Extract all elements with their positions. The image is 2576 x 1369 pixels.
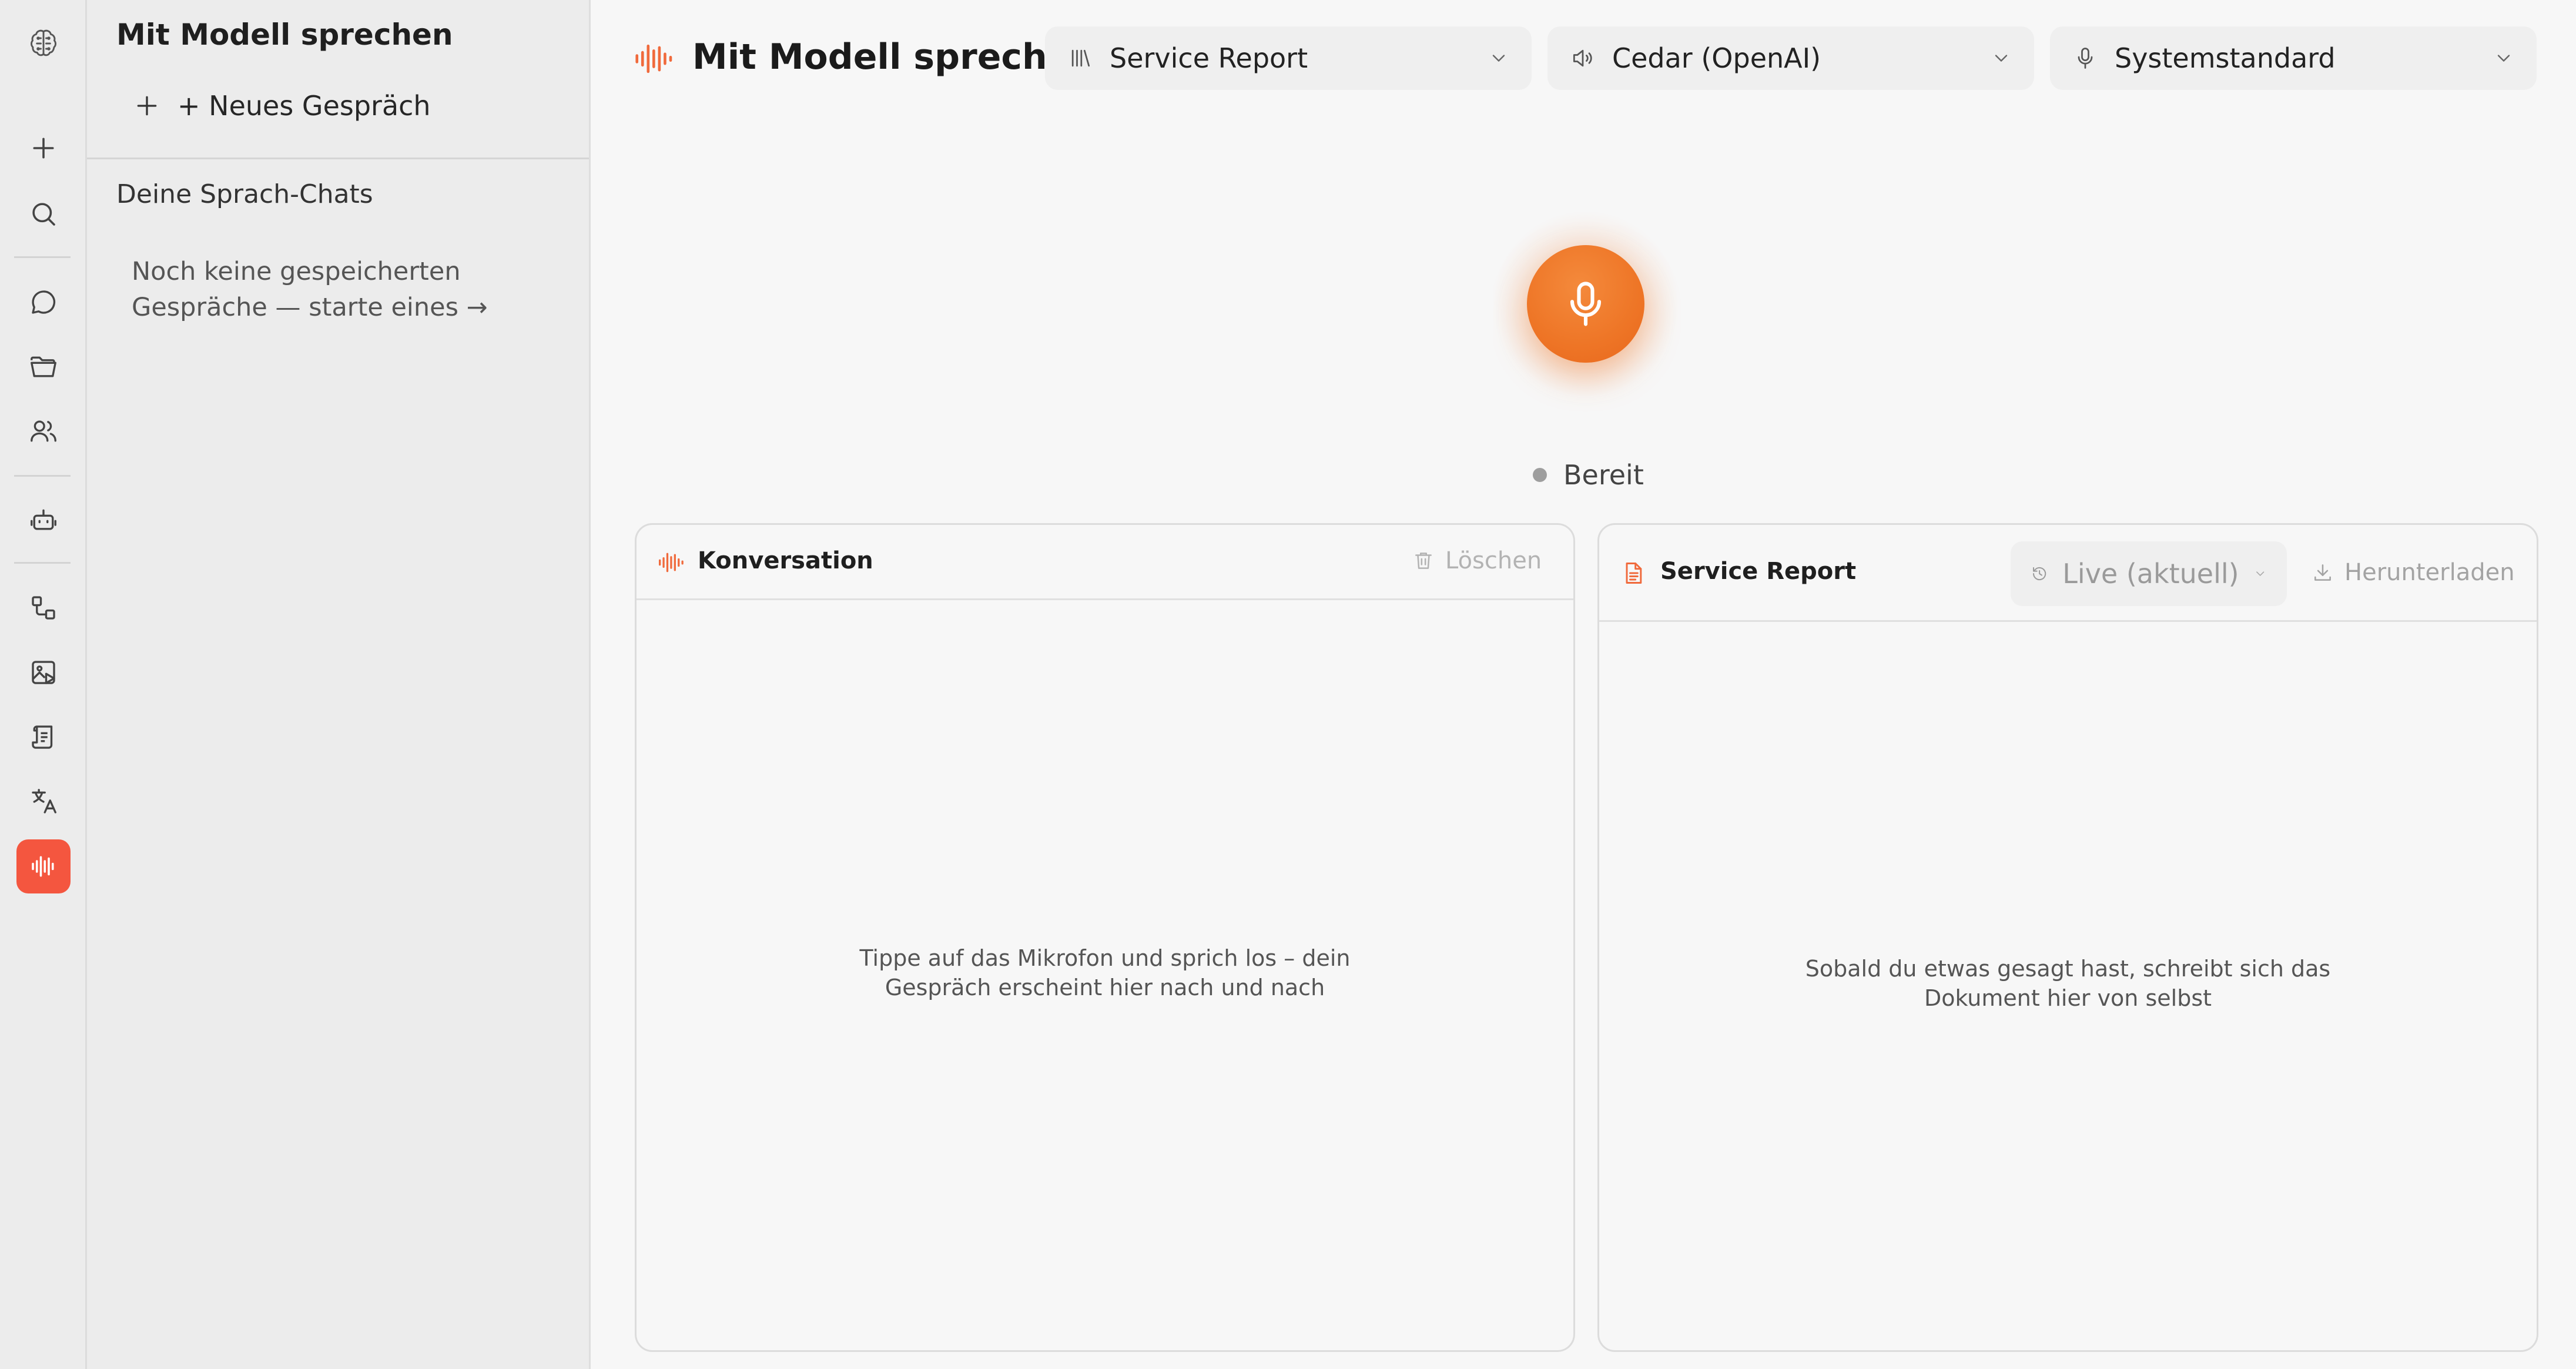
new-chat-rail-button[interactable]: [16, 121, 71, 175]
report-version-value: Live (aktuell): [2062, 558, 2239, 590]
history-icon: [2033, 567, 2046, 581]
file-icon: [1626, 563, 1642, 584]
microphone-select[interactable]: Systemstandard: [2050, 26, 2537, 90]
chevron-down-icon: [2256, 571, 2264, 576]
microphone-icon: [2078, 48, 2093, 69]
users-icon: [31, 420, 56, 442]
conversation-empty-line: Gespräch erscheint hier nach und nach: [885, 975, 1325, 1000]
workflow-icon: [32, 596, 55, 620]
rail-divider: [14, 256, 71, 258]
microphone-icon: [1570, 282, 1602, 326]
conversation-empty-line: Tippe auf das Mikrofon und sprich los – …: [859, 945, 1351, 971]
sidebar-empty-line: Noch keine gespeicherten: [132, 257, 461, 286]
bot-icon: [31, 509, 56, 530]
search-icon: [32, 203, 55, 226]
download-label: Herunterladen: [2344, 559, 2515, 586]
sidebar-title: Mit Modell sprechen: [116, 18, 453, 52]
voice-rail-button[interactable]: [16, 839, 71, 893]
icon-rail: [0, 0, 87, 1369]
document-icon: [32, 725, 53, 749]
logo-icon[interactable]: [16, 16, 71, 71]
app-window: Mit Modell sprechen + Neues Gespräch Dei…: [0, 0, 2576, 1369]
download-icon: [2314, 564, 2331, 581]
trash-icon: [1415, 553, 1432, 569]
status-text: Bereit: [1563, 459, 1644, 491]
chat-icon: [32, 290, 56, 314]
rail-divider: [14, 475, 71, 477]
chats-rail-button[interactable]: [16, 275, 71, 329]
conversation-empty-state: Tippe auf das Mikrofon und sprich los – …: [637, 943, 1573, 1002]
speaker-icon: [1573, 49, 1592, 67]
folder-icon: [31, 356, 56, 377]
clear-conversation-button[interactable]: Löschen: [1412, 547, 1542, 574]
rail-divider: [14, 562, 71, 564]
sidebar-empty-line: Gespräche — starte eines →: [132, 293, 488, 322]
report-empty-state: Sobald du etwas gesagt hast, schreibt si…: [1599, 954, 2537, 1013]
report-title: Service Report: [1660, 558, 1857, 585]
sidebar-divider: [87, 158, 589, 159]
download-report-button[interactable]: Herunterladen: [2312, 559, 2515, 586]
report-empty-line: Dokument hier von selbst: [1924, 985, 2212, 1011]
conversation-panel-header: Konversation Löschen: [637, 525, 1573, 600]
conversation-panel: Konversation Löschen Tippe auf das Mikro…: [635, 523, 1575, 1352]
conversation-title: Konversation: [698, 547, 873, 574]
report-panel-header: Service Report Live (aktuell) Herunterla…: [1599, 525, 2537, 622]
voice-select-value: Cedar (OpenAI): [1612, 42, 1821, 74]
chevron-down-icon: [1492, 55, 1505, 62]
media-rail-button[interactable]: [16, 645, 71, 699]
translate-icon: [32, 789, 56, 814]
voice-select[interactable]: Cedar (OpenAI): [1547, 26, 2034, 90]
plus-icon: [137, 96, 157, 116]
plus-icon: [33, 138, 54, 159]
clear-label: Löschen: [1445, 547, 1542, 574]
report-empty-line: Sobald du etwas gesagt hast, schreibt si…: [1805, 956, 2331, 982]
new-conversation-button[interactable]: + Neues Gespräch: [134, 85, 431, 126]
voice-icon: [635, 44, 672, 73]
files-rail-button[interactable]: [16, 340, 71, 394]
chevron-down-icon: [1995, 55, 2008, 62]
assistants-rail-button[interactable]: [16, 493, 71, 547]
sidebar-empty-state: Noch keine gespeicherten Gespräche — sta…: [132, 254, 531, 326]
sidebar-section-title: Deine Sprach-Chats: [116, 179, 373, 209]
microphone-select-value: Systemstandard: [2115, 42, 2336, 74]
template-select-value: Service Report: [1110, 42, 1308, 74]
chats-sidebar: Mit Modell sprechen + Neues Gespräch Dei…: [87, 0, 591, 1369]
voice-icon: [32, 856, 54, 877]
library-icon: [1071, 49, 1090, 67]
translate-rail-button[interactable]: [16, 775, 71, 829]
contacts-rail-button[interactable]: [16, 404, 71, 458]
status-dot: [1533, 468, 1547, 482]
page-title: Mit Modell sprechen: [692, 36, 1097, 78]
documents-rail-button[interactable]: [16, 710, 71, 764]
chevron-down-icon: [2497, 55, 2510, 62]
voice-icon: [659, 553, 684, 573]
search-rail-button[interactable]: [16, 187, 71, 241]
record-mic-button[interactable]: [1527, 245, 1644, 363]
new-conversation-label: + Neues Gespräch: [177, 90, 431, 122]
report-version-select[interactable]: Live (aktuell): [2011, 541, 2287, 606]
template-select[interactable]: Service Report: [1045, 26, 1532, 90]
image-icon: [32, 661, 55, 684]
recording-status: Bereit: [1533, 457, 1644, 493]
workflows-rail-button[interactable]: [16, 581, 71, 635]
report-panel: Service Report Live (aktuell) Herunterla…: [1597, 523, 2538, 1352]
voice-chat-main: Mit Modell sprechen Service Report Cedar…: [592, 0, 2576, 1369]
